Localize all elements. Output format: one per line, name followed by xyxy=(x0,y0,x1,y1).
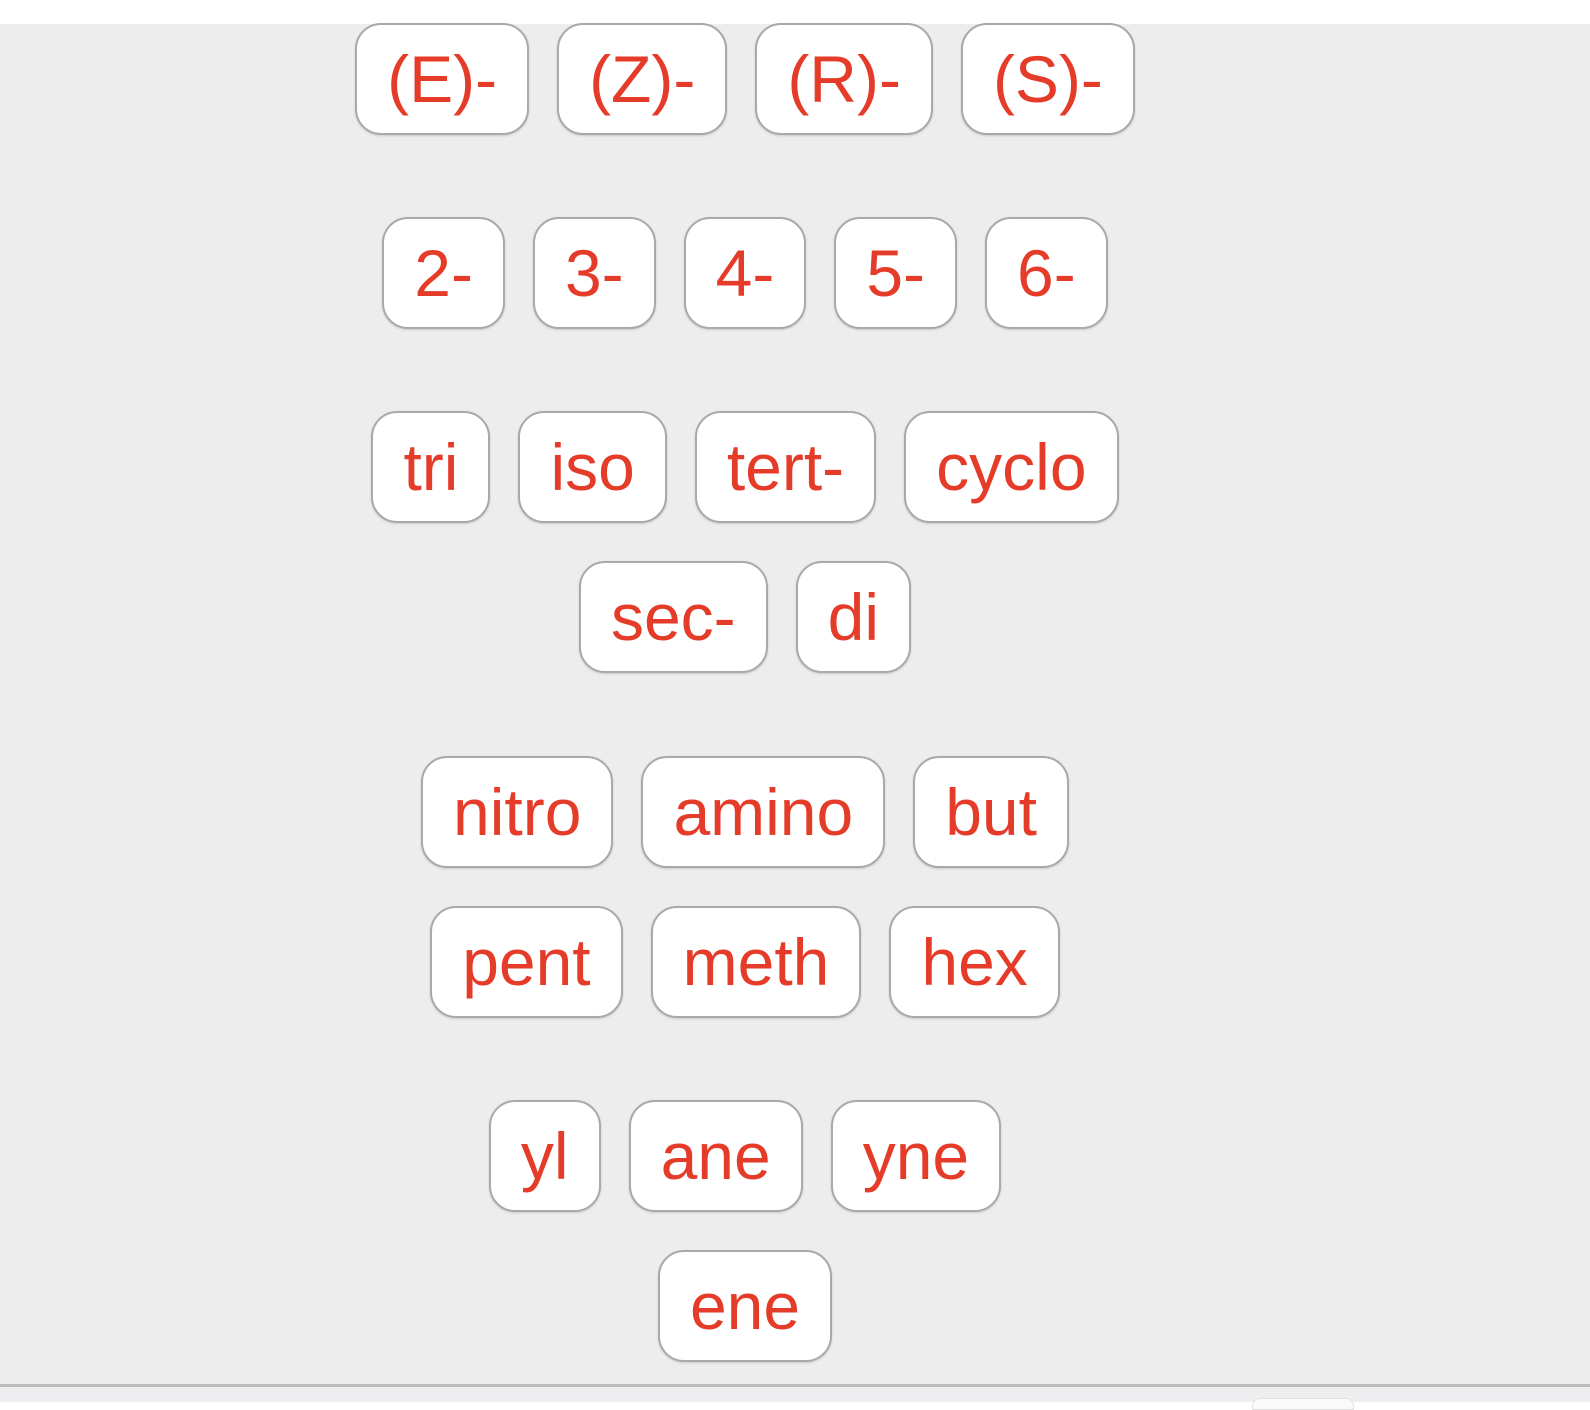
tile-r-config[interactable]: (R)- xyxy=(755,23,933,135)
tile-locant-5[interactable]: 5- xyxy=(834,217,958,329)
tile-nitro[interactable]: nitro xyxy=(421,756,614,868)
tile-e-isomer[interactable]: (E)- xyxy=(355,23,530,135)
tile-but[interactable]: but xyxy=(913,756,1069,868)
tile-s-config[interactable]: (S)- xyxy=(960,23,1135,135)
tile-locant-4[interactable]: 4- xyxy=(683,217,807,329)
bottom-bar-button[interactable] xyxy=(1252,1398,1354,1410)
tile-tert[interactable]: tert- xyxy=(694,411,877,523)
tile-ane[interactable]: ane xyxy=(628,1100,803,1212)
tile-tri[interactable]: tri xyxy=(371,411,491,523)
tile-di[interactable]: di xyxy=(795,561,912,673)
suffix-row-1: yl ane yne xyxy=(0,1100,1490,1212)
modifier-row-1: tri iso tert- cyclo xyxy=(0,411,1490,523)
stem-row-2: pent meth hex xyxy=(0,906,1490,1018)
tile-hex[interactable]: hex xyxy=(889,906,1060,1018)
stereo-descriptor-row: (E)- (Z)- (R)- (S)- xyxy=(0,23,1490,135)
tile-yne[interactable]: yne xyxy=(830,1100,1002,1212)
tile-locant-3[interactable]: 3- xyxy=(532,217,656,329)
tile-cyclo[interactable]: cyclo xyxy=(904,411,1119,523)
tile-pent[interactable]: pent xyxy=(430,906,623,1018)
tile-yl[interactable]: yl xyxy=(488,1100,601,1212)
tile-locant-6[interactable]: 6- xyxy=(985,217,1108,329)
modifier-row-2: sec- di xyxy=(0,561,1490,673)
suffix-row-2: ene xyxy=(0,1250,1490,1362)
tile-sec[interactable]: sec- xyxy=(578,561,768,673)
stem-row-1: nitro amino but xyxy=(0,756,1490,868)
tile-ene[interactable]: ene xyxy=(657,1250,833,1362)
tile-meth[interactable]: meth xyxy=(650,906,862,1018)
top-strip xyxy=(0,0,1590,24)
tile-z-isomer[interactable]: (Z)- xyxy=(557,23,728,135)
tile-amino[interactable]: amino xyxy=(641,756,886,868)
tile-iso[interactable]: iso xyxy=(518,411,667,523)
locant-row: 2- 3- 4- 5- 6- xyxy=(0,217,1490,329)
tile-locant-2[interactable]: 2- xyxy=(382,217,505,329)
